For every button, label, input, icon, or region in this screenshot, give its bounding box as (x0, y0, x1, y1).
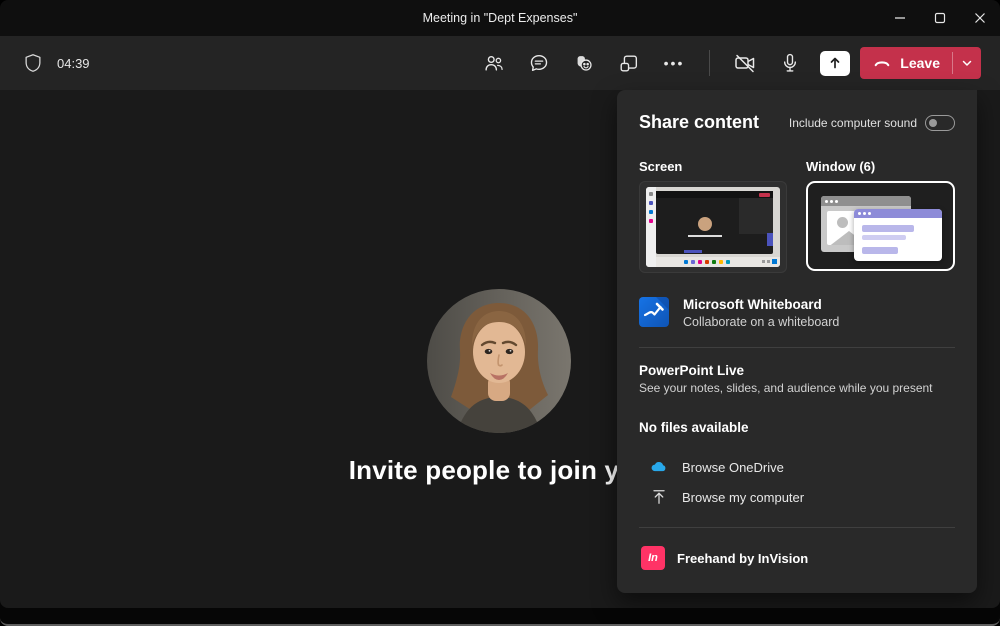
no-files-available-text: No files available (639, 420, 955, 435)
reactions-icon (573, 52, 595, 74)
breakout-rooms-button[interactable] (611, 45, 647, 81)
whiteboard-icon (639, 297, 669, 327)
powerpoint-live-title: PowerPoint Live (639, 363, 955, 378)
share-panel-header: Share content Include computer sound (639, 112, 955, 133)
participant-avatar (427, 289, 571, 433)
microphone-button[interactable] (772, 45, 808, 81)
browse-section: Browse OneDrive Browse my computer (639, 453, 955, 511)
browse-my-computer-label: Browse my computer (682, 490, 804, 505)
camera-off-button[interactable] (727, 45, 763, 81)
browse-my-computer-button[interactable]: Browse my computer (639, 483, 955, 511)
hang-up-icon (872, 53, 892, 73)
computer-sound-control: Include computer sound (789, 115, 955, 131)
freehand-invision-icon: In (641, 546, 665, 570)
panel-divider (639, 347, 955, 348)
window-title: Meeting in "Dept Expenses" (0, 11, 1000, 25)
shield-icon (22, 52, 44, 74)
breakout-rooms-icon (618, 52, 640, 74)
freehand-invision-item[interactable]: In Freehand by InVision (639, 542, 955, 574)
share-content-panel: Share content Include computer sound Scr… (617, 90, 977, 593)
minimize-icon (894, 12, 906, 24)
maximize-button[interactable] (920, 0, 960, 36)
chat-icon (528, 52, 550, 74)
whiteboard-texts: Microsoft Whiteboard Collaborate on a wh… (683, 297, 839, 329)
maximize-icon (934, 12, 946, 24)
toolbar-divider (709, 50, 710, 76)
toolbar-actions: ••• (476, 36, 853, 90)
chat-button[interactable] (521, 45, 557, 81)
browse-onedrive-button[interactable]: Browse OneDrive (639, 453, 955, 481)
window-thumbnail-front-window (854, 209, 942, 261)
window-controls (880, 0, 1000, 36)
leave-button[interactable]: Leave (860, 47, 952, 79)
share-source-labels: Screen Window (6) (639, 159, 955, 174)
screen-share-thumbnail[interactable] (639, 181, 787, 273)
freehand-invision-label: Freehand by InVision (677, 551, 808, 566)
window-label: Window (6) (806, 159, 875, 174)
whiteboard-title: Microsoft Whiteboard (683, 297, 839, 312)
computer-sound-toggle[interactable] (925, 115, 955, 131)
chevron-down-icon (961, 57, 973, 69)
meeting-timer: 04:39 (57, 56, 90, 71)
meeting-info: 04:39 (22, 36, 90, 90)
close-icon (974, 12, 986, 24)
share-panel-title: Share content (639, 112, 759, 133)
computer-sound-label: Include computer sound (789, 116, 917, 130)
screen-label: Screen (639, 159, 787, 174)
people-icon (483, 52, 505, 74)
camera-off-icon (733, 51, 757, 75)
upload-icon (649, 487, 669, 507)
powerpoint-live-subtitle: See your notes, slides, and audience whi… (639, 381, 955, 395)
microphone-icon (779, 52, 801, 74)
whiteboard-subtitle: Collaborate on a whiteboard (683, 315, 839, 329)
close-button[interactable] (960, 0, 1000, 36)
microsoft-whiteboard-item[interactable]: Microsoft Whiteboard Collaborate on a wh… (639, 297, 955, 329)
teams-meeting-window: Meeting in "Dept Expenses" 04:39 (0, 0, 1000, 626)
powerpoint-live-section: PowerPoint Live See your notes, slides, … (639, 363, 955, 435)
participants-button[interactable] (476, 45, 512, 81)
share-icon (820, 51, 850, 76)
leave-split-button: Leave (860, 47, 981, 79)
browse-onedrive-label: Browse OneDrive (682, 460, 784, 475)
minimize-button[interactable] (880, 0, 920, 36)
meeting-toolbar: 04:39 (0, 36, 1000, 90)
leave-options-button[interactable] (953, 47, 981, 79)
panel-divider-2 (639, 527, 955, 528)
window-share-thumbnail[interactable] (806, 181, 955, 271)
toggle-knob (929, 119, 937, 127)
screen-thumbnail-preview (646, 187, 780, 267)
share-source-thumbnails (639, 181, 955, 273)
reactions-button[interactable] (566, 45, 602, 81)
leave-button-label: Leave (900, 55, 940, 71)
more-icon: ••• (664, 55, 685, 71)
more-actions-button[interactable]: ••• (656, 45, 692, 81)
titlebar: Meeting in "Dept Expenses" (0, 0, 1000, 36)
share-content-button[interactable] (817, 45, 853, 81)
onedrive-cloud-icon (649, 457, 669, 477)
